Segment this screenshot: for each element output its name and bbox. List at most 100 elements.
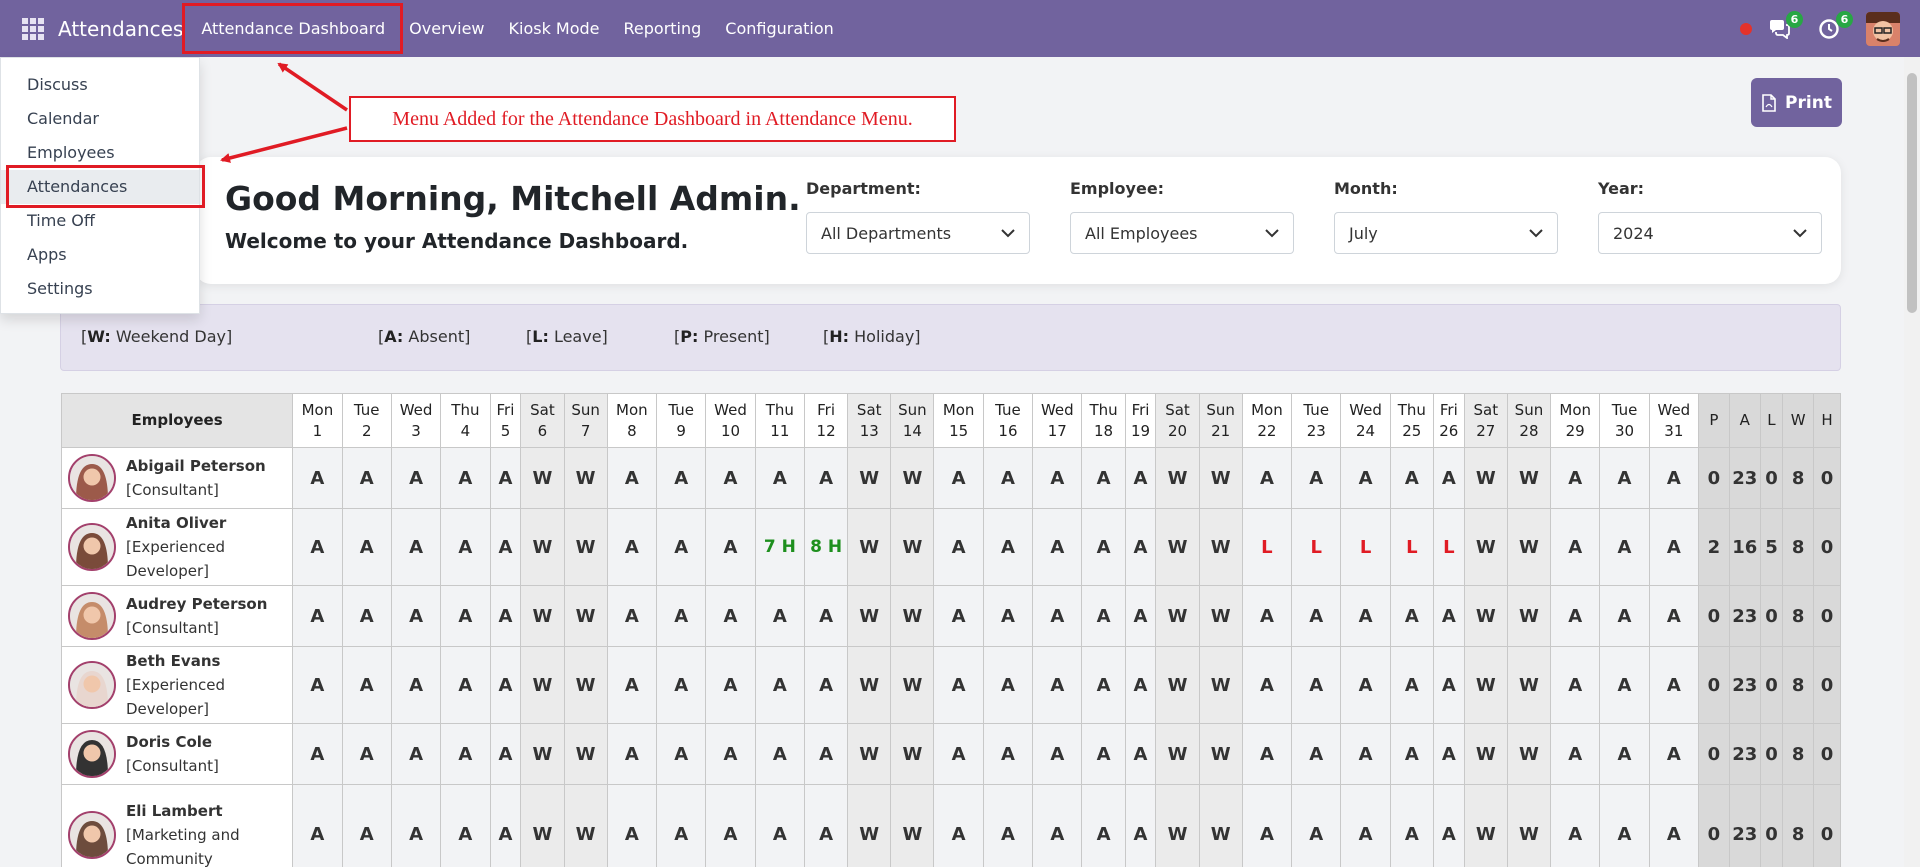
- app-title[interactable]: Attendances: [58, 17, 183, 41]
- attendance-cell: A: [656, 784, 707, 867]
- attendance-cell: W: [520, 646, 565, 724]
- attendance-cell: W: [1463, 723, 1508, 785]
- day-column-header: Wed 17: [1032, 393, 1083, 448]
- attendance-cell: A: [292, 585, 343, 647]
- table-row[interactable]: Beth Evans [Experienced Developer] A A A A A W W…: [61, 646, 1841, 724]
- attendance-cell: A: [1648, 784, 1700, 867]
- attendance-cell: W: [563, 508, 608, 586]
- total-cell: 0: [1698, 784, 1730, 867]
- highlight-box-attendances: [6, 165, 205, 208]
- attendance-table: Employees Mon 1 Tue 2 Wed 3 Thu 4 Fri 5 Sat 6 Sun 7 Mon…: [61, 393, 1841, 867]
- total-cell: 0: [1813, 585, 1841, 647]
- menu-reporting[interactable]: Reporting: [612, 0, 714, 57]
- page-scrollbar[interactable]: [1904, 57, 1920, 867]
- employee-cell: Eli Lambert [Marketing and Community: [61, 784, 294, 867]
- table-row[interactable]: Abigail Peterson [Consultant] A A A A A W W A A A A A…: [61, 447, 1841, 509]
- day-column-header: Fri 5: [489, 393, 522, 448]
- day-column-header: Thu 11: [754, 393, 806, 448]
- department-select[interactable]: All Departments: [806, 212, 1030, 254]
- employee-name: Abigail Peterson: [126, 457, 266, 475]
- attendance-cell: A: [1241, 646, 1293, 724]
- menu-overview[interactable]: Overview: [397, 0, 496, 57]
- table-row[interactable]: Anita Oliver [Experienced Developer] A A A A A…: [61, 508, 1841, 586]
- attendance-cell: A: [1340, 447, 1391, 509]
- attendance-legend: [W: Weekend Day] [A: Absent] [L: Leave] …: [60, 304, 1841, 371]
- day-column-header: Wed 31: [1648, 393, 1700, 448]
- attendance-cell: A: [1599, 784, 1650, 867]
- attendance-cell: W: [1463, 646, 1508, 724]
- dropdown-item-settings[interactable]: Settings: [1, 272, 199, 306]
- employee-filter: Employee: All Employees: [1070, 179, 1294, 254]
- attendance-cell: A: [1432, 784, 1465, 867]
- attendance-cell: A: [933, 447, 984, 509]
- print-button[interactable]: Print: [1751, 78, 1842, 127]
- table-row[interactable]: Audrey Peterson [Consultant] A A A A A W W A A A A A W…: [61, 585, 1841, 647]
- attendance-cell: A: [1291, 723, 1342, 785]
- legend-leave: [L: Leave]: [526, 327, 608, 346]
- month-select[interactable]: July: [1334, 212, 1558, 254]
- total-cell: 23: [1728, 447, 1761, 509]
- recording-dot-icon[interactable]: [1740, 22, 1752, 35]
- attendance-cell: A: [606, 585, 658, 647]
- year-select[interactable]: 2024: [1598, 212, 1822, 254]
- attendance-cell: W: [1155, 646, 1200, 724]
- employee-cell: Anita Oliver [Experienced Developer]: [61, 508, 294, 586]
- attendance-cell: A: [489, 585, 522, 647]
- employee-cell: Abigail Peterson [Consultant]: [61, 447, 294, 509]
- apps-grid-icon[interactable]: [22, 17, 44, 40]
- attendance-cell: A: [606, 508, 658, 586]
- attendance-cell: A: [390, 723, 442, 785]
- activities-clock-icon[interactable]: 6: [1816, 10, 1853, 42]
- total-cell: 0: [1698, 646, 1730, 724]
- arrow-to-menu: [277, 62, 348, 112]
- attendance-cell: A: [1648, 585, 1700, 647]
- attendance-cell: A: [754, 723, 806, 785]
- dropdown-item-calendar[interactable]: Calendar: [1, 102, 199, 136]
- user-avatar[interactable]: [1866, 11, 1900, 46]
- attendance-cell: A: [1340, 646, 1391, 724]
- menu-kiosk-mode[interactable]: Kiosk Mode: [497, 0, 612, 57]
- attendance-cell: L: [1340, 508, 1391, 586]
- dropdown-item-discuss[interactable]: Discuss: [1, 68, 199, 102]
- employee-select[interactable]: All Employees: [1070, 212, 1294, 254]
- attendance-cell: 8 H: [803, 508, 849, 586]
- attendance-cell: W: [890, 646, 935, 724]
- attendance-cell: A: [705, 646, 756, 724]
- attendance-cell: W: [890, 723, 935, 785]
- attendance-cell: A: [803, 447, 849, 509]
- year-label: Year:: [1598, 179, 1645, 198]
- employee-label: Employee:: [1070, 179, 1165, 198]
- dropdown-item-time-off[interactable]: Time Off: [1, 204, 199, 238]
- dropdown-item-apps[interactable]: Apps: [1, 238, 199, 272]
- attendance-cell: W: [847, 646, 892, 724]
- employee-avatar: [68, 454, 116, 502]
- employees-column-header: Employees: [61, 393, 294, 448]
- day-column-header: Sun 28: [1506, 393, 1552, 448]
- attendance-cell: A: [390, 508, 442, 586]
- table-row[interactable]: Doris Cole [Consultant] A A A A A W W A A A A A W W A A A A…: [61, 723, 1841, 785]
- attendance-cell: A: [1389, 646, 1434, 724]
- attendance-cell: W: [1506, 723, 1552, 785]
- attendance-cell: A: [1648, 646, 1700, 724]
- attendance-cell: A: [606, 646, 658, 724]
- attendance-cell: L: [1241, 508, 1293, 586]
- employee-avatar: [68, 661, 116, 709]
- employee-avatar: [68, 523, 116, 571]
- attendance-cell: L: [1432, 508, 1465, 586]
- month-filter: Month: July: [1334, 179, 1558, 254]
- attendance-cell: A: [1550, 508, 1601, 586]
- attendance-cell: W: [1506, 447, 1552, 509]
- attendance-cell: A: [803, 784, 849, 867]
- total-cell: 23: [1728, 784, 1761, 867]
- table-row[interactable]: Eli Lambert [Marketing and Community A A A A A…: [61, 784, 1841, 867]
- attendance-cell: A: [489, 723, 522, 785]
- menu-configuration[interactable]: Configuration: [713, 0, 846, 57]
- day-column-header: Wed 10: [705, 393, 756, 448]
- attendance-cell: A: [1599, 508, 1650, 586]
- total-cell: 5: [1759, 508, 1784, 586]
- attendance-cell: A: [982, 508, 1034, 586]
- scrollbar-thumb[interactable]: [1907, 73, 1917, 313]
- messages-icon[interactable]: 6: [1766, 10, 1803, 42]
- greeting-card: Good Morning, Mitchell Admin. Welcome to…: [195, 157, 1841, 284]
- year-filter: Year: 2024: [1598, 179, 1822, 254]
